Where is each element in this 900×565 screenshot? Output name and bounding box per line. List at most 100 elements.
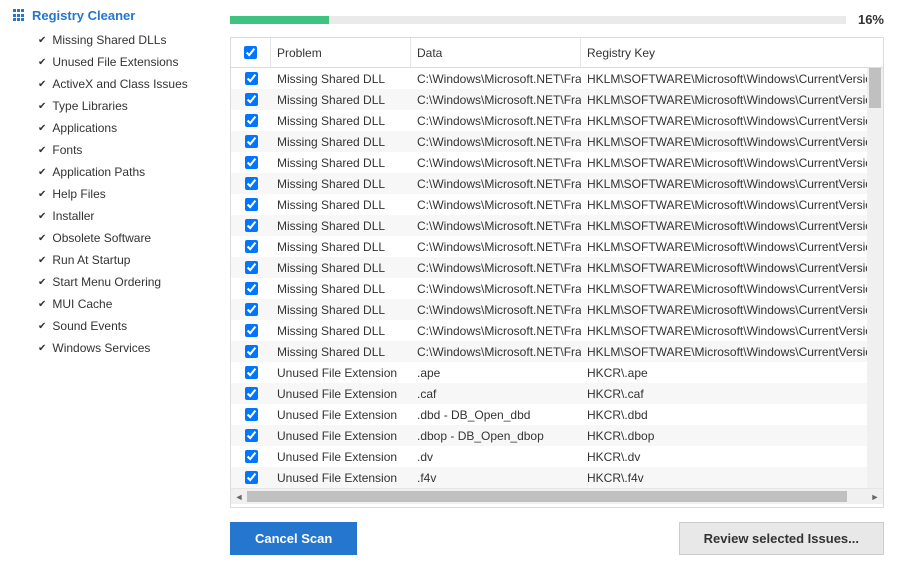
sidebar-item-label: Missing Shared DLLs (52, 31, 166, 49)
scroll-left-arrow-icon[interactable]: ◄ (231, 489, 247, 504)
check-icon: ✔ (38, 121, 46, 136)
cell-data: .dbop - DB_Open_dbop (411, 425, 581, 446)
row-checkbox[interactable] (245, 156, 258, 169)
row-checkbox-cell[interactable] (231, 446, 271, 467)
row-checkbox-cell[interactable] (231, 278, 271, 299)
cell-key: HKLM\SOFTWARE\Microsoft\Windows\CurrentV… (581, 320, 883, 341)
row-checkbox[interactable] (245, 366, 258, 379)
header-select-all[interactable] (231, 38, 271, 68)
row-checkbox[interactable] (245, 324, 258, 337)
check-icon: ✔ (38, 165, 46, 180)
row-checkbox-cell[interactable] (231, 341, 271, 362)
row-checkbox[interactable] (245, 135, 258, 148)
row-checkbox[interactable] (245, 450, 258, 463)
horizontal-scrollbar-thumb[interactable] (247, 491, 847, 502)
row-checkbox-cell[interactable] (231, 68, 271, 89)
cell-problem: Missing Shared DLL (271, 89, 411, 110)
row-checkbox[interactable] (245, 198, 258, 211)
cell-data: C:\Windows\Microsoft.NET\Fra... (411, 320, 581, 341)
review-issues-button[interactable]: Review selected Issues... (679, 522, 884, 555)
cell-data: C:\Windows\Microsoft.NET\Fra... (411, 341, 581, 362)
row-checkbox[interactable] (245, 219, 258, 232)
sidebar-item[interactable]: ✔ActiveX and Class Issues (12, 73, 207, 95)
sidebar-item[interactable]: ✔Obsolete Software (12, 227, 207, 249)
cell-key: HKCR\.f4v (581, 467, 883, 488)
cell-problem: Unused File Extension (271, 362, 411, 383)
sidebar-item[interactable]: ✔Installer (12, 205, 207, 227)
sidebar-item[interactable]: ✔Start Menu Ordering (12, 271, 207, 293)
row-checkbox[interactable] (245, 429, 258, 442)
row-checkbox[interactable] (245, 93, 258, 106)
sidebar-item[interactable]: ✔Windows Services (12, 337, 207, 359)
cell-key: HKCR\.ape (581, 362, 883, 383)
cell-key: HKLM\SOFTWARE\Microsoft\Windows\CurrentV… (581, 110, 883, 131)
cell-problem: Unused File Extension (271, 425, 411, 446)
sidebar-item-label: Type Libraries (52, 97, 127, 115)
row-checkbox[interactable] (245, 303, 258, 316)
vertical-scrollbar-thumb[interactable] (869, 68, 881, 108)
row-checkbox-cell[interactable] (231, 467, 271, 488)
cell-data: .dv (411, 446, 581, 467)
cell-key: HKLM\SOFTWARE\Microsoft\Windows\CurrentV… (581, 131, 883, 152)
cell-data: C:\Windows\Microsoft.NET\Fra... (411, 278, 581, 299)
row-checkbox[interactable] (245, 387, 258, 400)
sidebar-item-label: Start Menu Ordering (52, 273, 161, 291)
cell-data: .f4v (411, 467, 581, 488)
row-checkbox[interactable] (245, 282, 258, 295)
header-key[interactable]: Registry Key (581, 38, 883, 68)
cell-data: C:\Windows\Microsoft.NET\Fra... (411, 68, 581, 89)
row-checkbox-cell[interactable] (231, 257, 271, 278)
scroll-right-arrow-icon[interactable]: ► (867, 489, 883, 504)
cell-data: C:\Windows\Microsoft.NET\Fra... (411, 89, 581, 110)
vertical-scrollbar[interactable] (867, 68, 883, 491)
row-checkbox[interactable] (245, 408, 258, 421)
row-checkbox-cell[interactable] (231, 404, 271, 425)
row-checkbox[interactable] (245, 114, 258, 127)
sidebar-item[interactable]: ✔Run At Startup (12, 249, 207, 271)
horizontal-scrollbar[interactable]: ◄ ► (231, 488, 883, 504)
sidebar-item-label: Fonts (52, 141, 82, 159)
cell-data: C:\Windows\Microsoft.NET\Fra... (411, 110, 581, 131)
row-checkbox[interactable] (245, 261, 258, 274)
sidebar-item-label: MUI Cache (52, 295, 112, 313)
row-checkbox-cell[interactable] (231, 152, 271, 173)
sidebar-item-label: Unused File Extensions (52, 53, 178, 71)
row-checkbox-cell[interactable] (231, 236, 271, 257)
sidebar-item[interactable]: ✔Fonts (12, 139, 207, 161)
row-checkbox-cell[interactable] (231, 215, 271, 236)
row-checkbox[interactable] (245, 177, 258, 190)
row-checkbox[interactable] (245, 471, 258, 484)
sidebar-item-label: Help Files (52, 185, 105, 203)
cancel-scan-button[interactable]: Cancel Scan (230, 522, 357, 555)
row-checkbox[interactable] (245, 240, 258, 253)
row-checkbox-cell[interactable] (231, 320, 271, 341)
row-checkbox-cell[interactable] (231, 89, 271, 110)
sidebar-item[interactable]: ✔Application Paths (12, 161, 207, 183)
sidebar-item[interactable]: ✔Sound Events (12, 315, 207, 337)
sidebar-item[interactable]: ✔Help Files (12, 183, 207, 205)
row-checkbox-cell[interactable] (231, 131, 271, 152)
sidebar-item[interactable]: ✔Unused File Extensions (12, 51, 207, 73)
row-checkbox-cell[interactable] (231, 362, 271, 383)
cell-data: C:\Windows\Microsoft.NET\Fra... (411, 152, 581, 173)
row-checkbox[interactable] (245, 345, 258, 358)
row-checkbox-cell[interactable] (231, 194, 271, 215)
sidebar-item[interactable]: ✔Missing Shared DLLs (12, 29, 207, 51)
sidebar-header[interactable]: Registry Cleaner (12, 8, 207, 23)
row-checkbox-cell[interactable] (231, 383, 271, 404)
sidebar-item[interactable]: ✔Applications (12, 117, 207, 139)
select-all-checkbox[interactable] (244, 46, 257, 59)
sidebar-item-label: Obsolete Software (52, 229, 151, 247)
row-checkbox-cell[interactable] (231, 425, 271, 446)
row-checkbox[interactable] (245, 72, 258, 85)
row-checkbox-cell[interactable] (231, 299, 271, 320)
header-problem[interactable]: Problem (271, 38, 411, 68)
sidebar-item[interactable]: ✔MUI Cache (12, 293, 207, 315)
cell-problem: Missing Shared DLL (271, 299, 411, 320)
row-checkbox-cell[interactable] (231, 110, 271, 131)
cell-problem: Missing Shared DLL (271, 173, 411, 194)
cell-data: C:\Windows\Microsoft.NET\Fra... (411, 236, 581, 257)
header-data[interactable]: Data (411, 38, 581, 68)
sidebar-item[interactable]: ✔Type Libraries (12, 95, 207, 117)
row-checkbox-cell[interactable] (231, 173, 271, 194)
